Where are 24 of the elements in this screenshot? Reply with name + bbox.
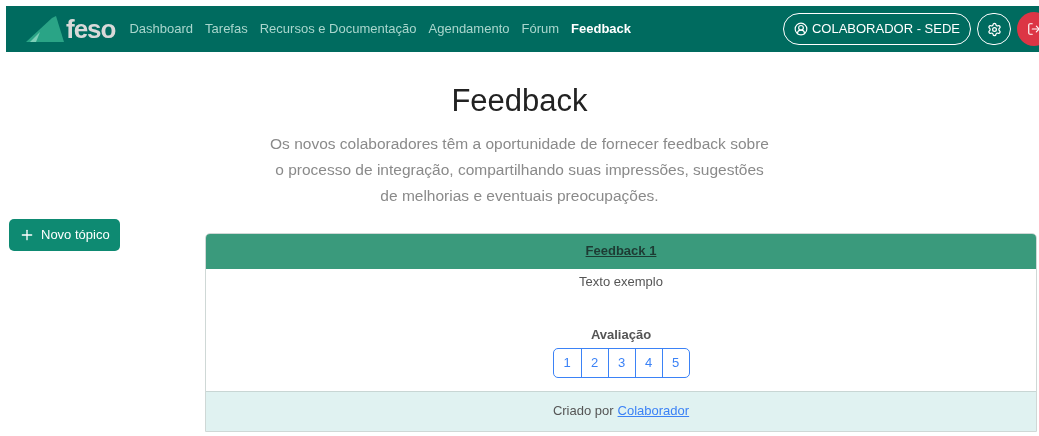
nav-link[interactable]: Tarefas <box>205 19 248 39</box>
logo[interactable]: feso <box>66 16 116 42</box>
settings-icon <box>986 21 1002 37</box>
nav-link[interactable]: Fórum <box>521 19 560 39</box>
logo-icon <box>26 16 66 42</box>
rating-option[interactable]: 5 <box>661 348 689 377</box>
rating-option[interactable]: 3 <box>607 348 635 377</box>
nav-link[interactable]: Feedback <box>571 19 632 39</box>
nav-link[interactable]: Dashboard <box>129 19 194 39</box>
rating-option[interactable]: 1 <box>553 348 581 377</box>
rating-label: Avaliação <box>590 326 652 344</box>
rating-option[interactable]: 2 <box>580 348 608 377</box>
nav-link[interactable]: Agendamento <box>428 19 510 39</box>
page-title: Feedback <box>451 82 588 120</box>
page-description: Os novos colaboradores têm a oportunidade de fornecer feedback sobre o processo de integração, compartilhando suas impressões, sugestões de melhorias e eventuais preocupações. <box>269 133 770 206</box>
rating-option[interactable]: 4 <box>634 348 662 377</box>
logout-icon <box>1027 22 1039 36</box>
footer-text: Criado por <box>552 402 614 421</box>
author-link[interactable]: Colaborador <box>617 401 690 421</box>
new-topic-button[interactable]: Novo tópico <box>9 218 120 251</box>
nav-link[interactable]: Recursos e Documentação <box>259 19 417 39</box>
topic-body: Texto exemplo <box>579 272 663 291</box>
topic-title-link[interactable]: Feedback 1 <box>585 241 657 261</box>
user-icon <box>793 22 808 36</box>
